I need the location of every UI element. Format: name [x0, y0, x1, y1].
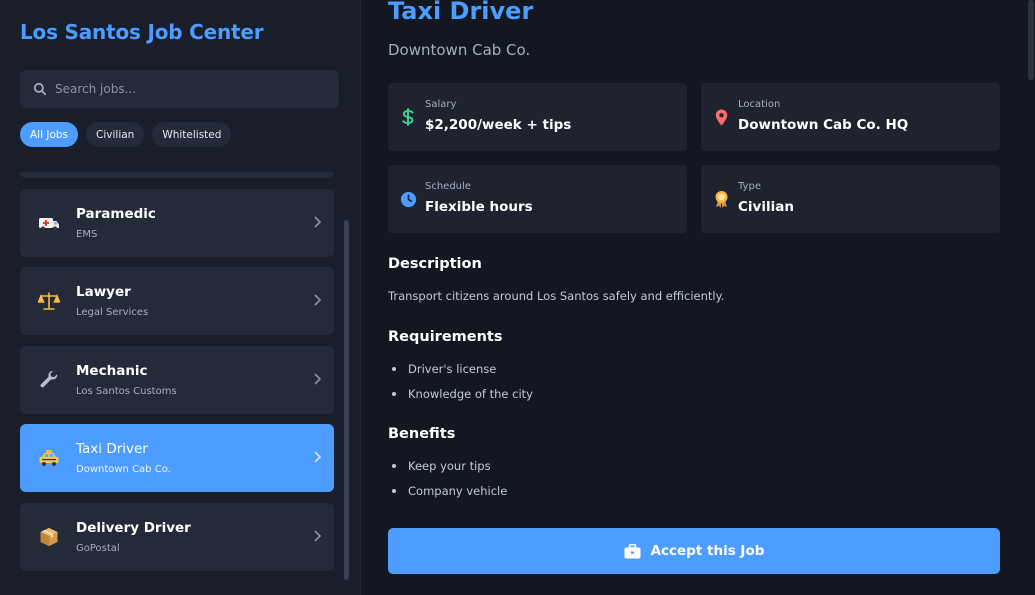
- map-pin-icon: [712, 108, 730, 126]
- requirements-heading: Requirements: [388, 329, 503, 345]
- info-value: Civilian: [738, 199, 794, 215]
- job-card-hidden[interactable]: [20, 172, 334, 178]
- job-card-taxi-driver[interactable]: Taxi Driver Downtown Cab Co.: [20, 424, 334, 492]
- clock-icon: [399, 190, 417, 208]
- info-value: Flexible hours: [425, 199, 533, 215]
- info-label: Location: [738, 99, 781, 110]
- list-item: Company vehicle: [392, 478, 507, 503]
- info-value: $2,200/week + tips: [425, 117, 572, 133]
- job-card-mechanic[interactable]: Mechanic Los Santos Customs: [20, 346, 334, 414]
- chevron-right-icon: [314, 530, 322, 542]
- dollar-icon: [399, 108, 417, 126]
- detail-scrollbar-thumb[interactable]: [1028, 0, 1034, 80]
- benefits-list: Keep your tips Company vehicle: [392, 453, 507, 503]
- filter-chips: All Jobs Civilian Whitelisted: [20, 122, 232, 147]
- accept-job-label: Accept this Job: [650, 543, 765, 559]
- job-card-delivery-driver[interactable]: Delivery Driver GoPostal: [20, 503, 334, 571]
- job-card-lawyer[interactable]: Lawyer Legal Services: [20, 267, 334, 335]
- job-title: Lawyer: [76, 284, 131, 300]
- job-employer: GoPostal: [76, 543, 120, 554]
- app-title: Los Santos Job Center: [20, 20, 264, 44]
- job-title: Delivery Driver: [76, 520, 191, 536]
- description-text: Transport citizens around Los Santos saf…: [388, 289, 725, 303]
- badge-icon: [712, 190, 730, 208]
- search-box[interactable]: [20, 70, 339, 108]
- info-card-type: Type Civilian: [701, 165, 1000, 233]
- detail-scrollbar[interactable]: [1027, 0, 1035, 595]
- chevron-right-icon: [314, 294, 322, 306]
- job-title: Taxi Driver: [76, 441, 148, 457]
- info-card-schedule: Schedule Flexible hours: [388, 165, 687, 233]
- scales-icon: [37, 289, 61, 313]
- info-label: Salary: [425, 99, 457, 110]
- chevron-right-icon: [314, 216, 322, 228]
- benefits-heading: Benefits: [388, 426, 456, 442]
- info-label: Schedule: [425, 181, 471, 192]
- list-item: Driver's license: [392, 356, 533, 381]
- accept-job-button[interactable]: Accept this Job: [388, 528, 1000, 574]
- search-input[interactable]: [55, 82, 315, 96]
- job-detail-panel: Taxi Driver Downtown Cab Co. Salary $2,2…: [361, 0, 1035, 595]
- job-card-paramedic[interactable]: Paramedic EMS: [20, 189, 334, 257]
- job-employer: Legal Services: [76, 307, 149, 318]
- description-heading: Description: [388, 256, 482, 272]
- job-title: Paramedic: [76, 206, 156, 222]
- job-employer: EMS: [76, 229, 98, 240]
- filter-whitelisted[interactable]: Whitelisted: [152, 122, 232, 147]
- info-card-salary: Salary $2,200/week + tips: [388, 83, 687, 151]
- job-title: Mechanic: [76, 363, 148, 379]
- chevron-right-icon: [314, 451, 322, 463]
- ambulance-icon: [37, 211, 61, 235]
- briefcase-icon: [624, 543, 641, 558]
- job-employer: Downtown Cab Co.: [76, 464, 171, 475]
- chevron-right-icon: [314, 373, 322, 385]
- info-label: Type: [738, 181, 761, 192]
- job-list: Paramedic EMS Lawyer Legal Services Mech…: [20, 172, 334, 595]
- filter-all-jobs[interactable]: All Jobs: [20, 122, 79, 147]
- list-item: Keep your tips: [392, 453, 507, 478]
- taxi-icon: [37, 446, 61, 470]
- package-icon: [37, 525, 61, 549]
- requirements-list: Driver's license Knowledge of the city: [392, 356, 533, 406]
- job-list-scrollbar[interactable]: [344, 220, 349, 580]
- sidebar: Los Santos Job Center All Jobs Civilian …: [0, 0, 361, 595]
- wrench-icon: [37, 368, 61, 392]
- job-detail-title: Taxi Driver: [388, 0, 534, 25]
- info-card-location: Location Downtown Cab Co. HQ: [701, 83, 1000, 151]
- job-detail-company: Downtown Cab Co.: [388, 41, 531, 59]
- filter-civilian[interactable]: Civilian: [86, 122, 145, 147]
- list-item: Knowledge of the city: [392, 381, 533, 406]
- info-value: Downtown Cab Co. HQ: [738, 117, 909, 133]
- job-employer: Los Santos Customs: [76, 386, 177, 397]
- search-icon: [33, 82, 47, 96]
